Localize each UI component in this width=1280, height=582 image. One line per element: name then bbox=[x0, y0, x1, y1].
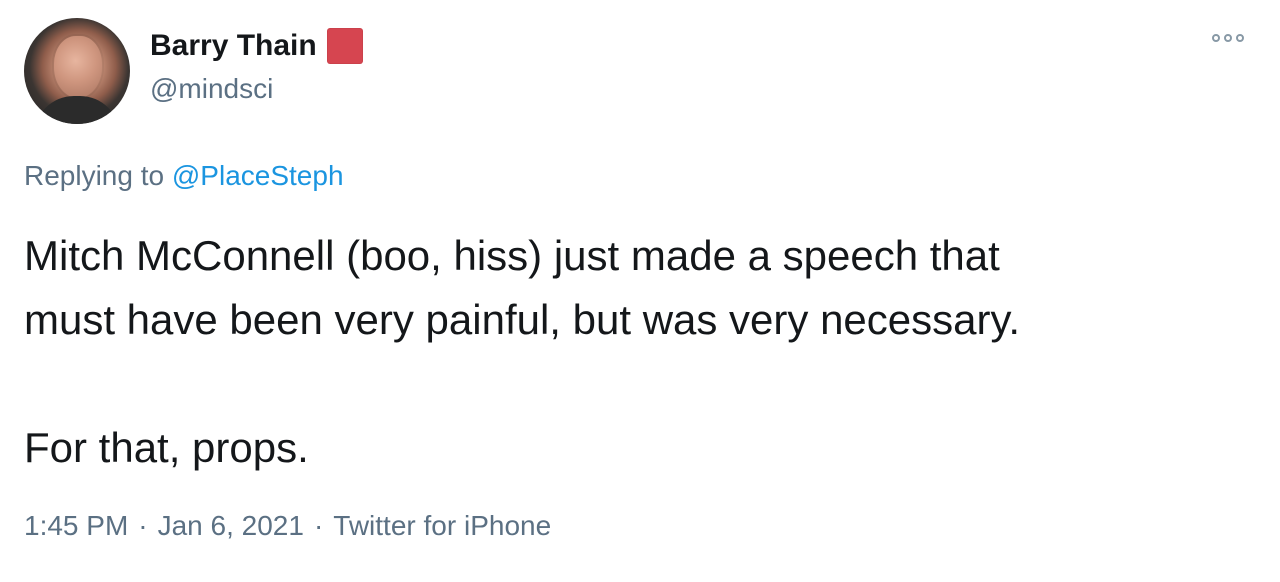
avatar[interactable] bbox=[24, 18, 130, 124]
tweet-date[interactable]: Jan 6, 2021 bbox=[158, 510, 304, 541]
tweet-text: Mitch McConnell (boo, hiss) just made a … bbox=[24, 224, 1244, 480]
replying-to: Replying to @PlaceSteph bbox=[24, 158, 344, 194]
tweet-time[interactable]: 1:45 PM bbox=[24, 510, 128, 541]
red-square-icon bbox=[326, 28, 363, 64]
more-dot-3 bbox=[1236, 34, 1244, 42]
tweet-source[interactable]: Twitter for iPhone bbox=[333, 510, 551, 541]
user-name-row: Barry Thain bbox=[150, 28, 363, 64]
more-dot-1 bbox=[1212, 34, 1220, 42]
tweet-line-1: Mitch McConnell (boo, hiss) just made a … bbox=[24, 232, 1000, 279]
avatar-face bbox=[54, 36, 102, 98]
meta-separator: · bbox=[138, 510, 148, 541]
tweet-line-3: For that, props. bbox=[24, 424, 309, 471]
tweet-line-2: must have been very painful, but was ver… bbox=[24, 296, 1021, 343]
reply-prefix: Replying to bbox=[24, 160, 172, 191]
avatar-shirt bbox=[34, 96, 120, 124]
reply-mention-link[interactable]: @PlaceSteph bbox=[172, 160, 344, 191]
more-options-icon[interactable] bbox=[1212, 34, 1244, 42]
user-handle[interactable]: @mindsci bbox=[150, 72, 273, 106]
display-name[interactable]: Barry Thain bbox=[150, 28, 317, 64]
more-dot-2 bbox=[1224, 34, 1232, 42]
tweet-metadata: 1:45 PM · Jan 6, 2021 · Twitter for iPhone bbox=[24, 508, 551, 544]
meta-separator-2: · bbox=[313, 510, 324, 541]
